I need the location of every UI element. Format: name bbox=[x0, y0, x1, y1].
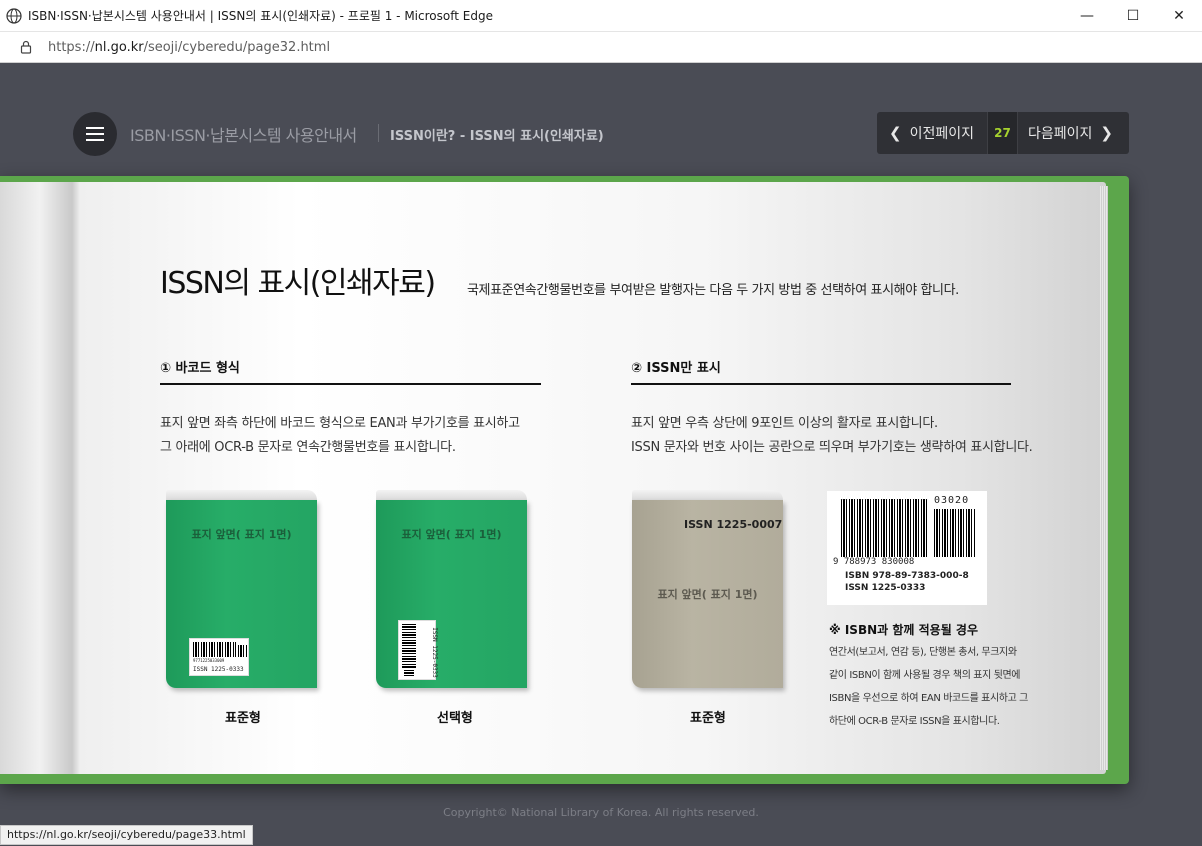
caption-optional: 선택형 bbox=[437, 711, 473, 726]
page-description: 국제표준연속간행물번호를 부여받은 발행자는 다음 두 가지 방법 중 선택하여… bbox=[467, 283, 959, 298]
caption-standard-2: 표준형 bbox=[690, 711, 726, 726]
page-title: ISSN의 표시(인쇄자료) bbox=[160, 266, 436, 301]
window-title: ISBN·ISSN·납본시스템 사용안내서 | ISSN의 표시(인쇄자료) -… bbox=[28, 9, 493, 23]
prev-page-button[interactable]: ❮ 이전페이지 bbox=[877, 112, 987, 154]
menu-button[interactable] bbox=[73, 112, 117, 156]
barcode-image-vertical: ISSN 1225-0333 bbox=[398, 620, 438, 680]
section-title-barcode: ① 바코드 형식 bbox=[160, 361, 240, 376]
next-page-button[interactable]: 다음페이지 ❯ bbox=[1018, 112, 1113, 154]
maximize-button[interactable]: ☐ bbox=[1110, 0, 1156, 32]
book-illustration-optional: 표지 앞면( 표지 1면) ISSN 1225-0333 bbox=[376, 490, 527, 688]
hamburger-icon bbox=[86, 127, 104, 129]
section-text: 표지 앞면 우측 상단에 9포인트 이상의 활자로 표시합니다. ISSN 문자… bbox=[631, 416, 1033, 455]
section-underline bbox=[631, 383, 1011, 385]
status-bar-url: https://nl.go.kr/seoji/cyberedu/page33.h… bbox=[0, 825, 253, 845]
window-titlebar: ISBN·ISSN·납본시스템 사용안내서 | ISSN의 표시(인쇄자료) -… bbox=[0, 0, 1202, 32]
isbn-issn-barcode: 03020 9 788973 830008 ISBN 978-89-7383-0… bbox=[827, 491, 987, 605]
chevron-left-icon: ❮ bbox=[889, 124, 902, 142]
close-button[interactable]: ✕ bbox=[1156, 0, 1202, 32]
page-navigator: ❮ 이전페이지 27 다음페이지 ❯ bbox=[877, 112, 1129, 154]
section-title-issn-only: ② ISSN만 표시 bbox=[631, 361, 721, 376]
section-underline bbox=[160, 383, 541, 385]
section-text: 표지 앞면 좌측 하단에 바코드 형식으로 EAN과 부가기호를 표시하고 그 … bbox=[160, 416, 520, 455]
page-edges bbox=[1100, 186, 1108, 770]
caption-standard: 표준형 bbox=[225, 711, 261, 726]
globe-icon bbox=[6, 7, 22, 24]
lock-icon bbox=[20, 40, 32, 54]
divider bbox=[378, 124, 379, 142]
chevron-right-icon: ❯ bbox=[1100, 124, 1113, 142]
page-number: 27 bbox=[987, 112, 1018, 154]
barcode-image: 9771225033009 ISSN 1225-0333 bbox=[189, 638, 249, 676]
url-text[interactable]: https://nl.go.kr/seoji/cyberedu/page32.h… bbox=[48, 40, 330, 55]
address-bar[interactable]: https://nl.go.kr/seoji/cyberedu/page32.h… bbox=[0, 32, 1202, 63]
book-illustration-issn-only: ISSN 1225-0007 표지 앞면( 표지 1면) bbox=[632, 490, 783, 688]
note-title: ※ ISBN과 함께 적용될 경우 bbox=[829, 623, 978, 637]
issn-print: ISSN 1225-0007 bbox=[684, 518, 783, 531]
book-illustration-standard: 표지 앞면( 표지 1면) 9771225033009 ISSN 1225-03… bbox=[166, 490, 317, 688]
site-title[interactable]: ISBN·ISSN·납본시스템 사용안내서 bbox=[130, 122, 357, 146]
breadcrumb: ISSN이란? - ISSN의 표시(인쇄자료) bbox=[390, 129, 604, 144]
minimize-button[interactable]: — bbox=[1064, 0, 1110, 32]
copyright-footer: Copyright© National Library of Korea. Al… bbox=[443, 806, 759, 819]
note-text: 연간서(보고서, 연감 등), 단행본 총서, 무크지와 같이 ISBN이 함께… bbox=[829, 647, 1028, 727]
